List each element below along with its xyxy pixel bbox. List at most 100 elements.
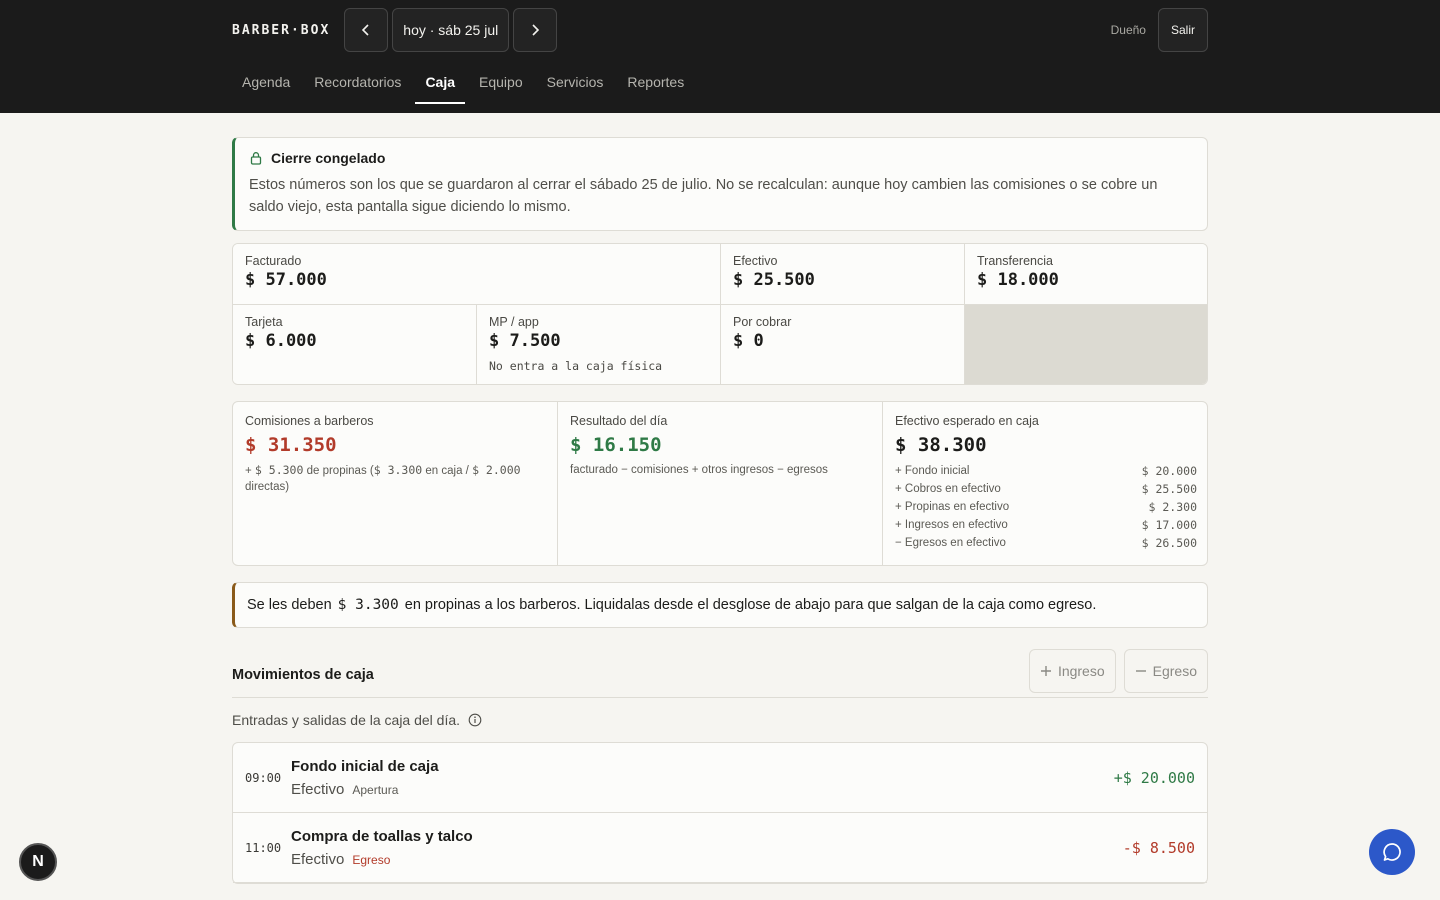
breakdown-row: + Ingresos en efectivo $ 17.000: [895, 516, 1197, 534]
note-prefix: +: [245, 465, 252, 477]
movement-amount: +$ 20.000: [1113, 768, 1195, 787]
breakdown-value: $ 26.500: [1141, 536, 1197, 550]
movements-subtitle: Entradas y salidas de la caja del día.: [232, 712, 461, 728]
top-bar: BARBER·BOX hoy · sáb 25 jul Dueño Salir: [232, 8, 1208, 52]
breakdown-row: + Propinas en efectivo $ 2.300: [895, 498, 1197, 516]
commissions-value: $ 31.350: [245, 434, 337, 456]
tarjeta-label: Tarjeta: [245, 315, 283, 329]
tip-prefix: Se les deben: [247, 597, 332, 613]
egreso-label: Egreso: [1152, 662, 1197, 679]
tab-agenda[interactable]: Agenda: [232, 60, 300, 104]
result-label: Resultado del día: [570, 414, 668, 428]
commissions-label: Comisiones a barberos: [245, 414, 374, 428]
breakdown-value: $ 2.300: [1148, 500, 1197, 514]
prev-day-button[interactable]: [344, 8, 389, 52]
breakdown-label: + Ingresos en efectivo: [895, 519, 1008, 531]
main-tabs: Agenda Recordatorios Caja Equipo Servici…: [232, 60, 698, 104]
expected-label: Efectivo esperado en caja: [895, 414, 1039, 428]
movements-list: 09:00 Fondo inicial de caja Efectivo Ape…: [232, 742, 1208, 884]
chat-bubble-icon: [1383, 843, 1401, 861]
notice-heading: Cierre congelado: [249, 150, 1193, 166]
tip-suffix: en propinas a los barberos. Liquidalas d…: [404, 597, 1097, 613]
dev-tools-button[interactable]: N: [19, 843, 57, 881]
breakdown-label: + Cobros en efectivo: [895, 483, 1001, 495]
total-transferencia: Transferencia $ 18.000: [965, 244, 1207, 305]
breakdown-value: $ 17.000: [1141, 518, 1197, 532]
chat-button[interactable]: [1369, 829, 1415, 875]
note-directas: $ 2.000: [472, 463, 521, 477]
transferencia-label: Transferencia: [977, 254, 1053, 268]
result-note: facturado − comisiones + otros ingresos …: [570, 464, 828, 476]
movement-amount: -$ 8.500: [1122, 838, 1195, 857]
add-egreso-button[interactable]: Egreso: [1123, 648, 1208, 693]
user-role: Dueño: [1110, 23, 1146, 37]
total-tarjeta: Tarjeta $ 6.000: [233, 305, 477, 384]
breakdown-label: + Fondo inicial: [895, 465, 970, 477]
tab-recordatorios[interactable]: Recordatorios: [304, 60, 411, 104]
movements-subtitle-row: Entradas y salidas de la caja del día.: [232, 712, 1208, 728]
tab-caja[interactable]: Caja: [415, 60, 465, 104]
facturado-value: $ 57.000: [245, 270, 327, 290]
date-picker-button[interactable]: hoy · sáb 25 jul: [392, 8, 510, 52]
movement-time: 09:00: [245, 770, 282, 785]
movement-tag: Egreso: [352, 852, 391, 867]
movement-tag: Apertura: [352, 782, 399, 797]
movement-title: Compra de toallas y talco: [291, 827, 473, 845]
movement-row[interactable]: 09:00 Fondo inicial de caja Efectivo Ape…: [233, 743, 1207, 813]
facturado-label: Facturado: [245, 254, 302, 268]
transferencia-value: $ 18.000: [977, 270, 1059, 290]
minus-icon: [1135, 669, 1146, 672]
notice-title: Cierre congelado: [271, 150, 386, 166]
expected-breakdown: + Fondo inicial $ 20.000 + Cobros en efec…: [895, 462, 1197, 552]
total-por-cobrar: Por cobrar $ 0: [721, 305, 965, 384]
chevron-right-icon: [532, 24, 540, 36]
breakdown-row: + Fondo inicial $ 20.000: [895, 462, 1197, 480]
note-tips: $ 5.300: [254, 463, 304, 477]
add-ingreso-button[interactable]: Ingreso: [1028, 648, 1116, 693]
lock-icon: [250, 152, 262, 165]
mp-note: No entra a la caja física: [489, 359, 663, 373]
mp-value: $ 7.500: [489, 331, 561, 351]
tips-owed-notice: Se les deben $ 3.300 en propinas a los b…: [232, 582, 1208, 628]
movement-meta: Efectivo Apertura: [291, 781, 1114, 798]
movements-title: Movimientos de caja: [232, 666, 374, 683]
result-card: Resultado del día $ 16.150 facturado − c…: [558, 402, 883, 565]
movement-row[interactable]: 11:00 Compra de toallas y talco Efectivo…: [233, 813, 1207, 883]
efectivo-value: $ 25.500: [733, 270, 815, 290]
tab-reportes[interactable]: Reportes: [617, 60, 694, 104]
note-caja: $ 3.300: [373, 463, 423, 477]
main-content: Cierre congelado Estos números son los q…: [232, 137, 1208, 884]
app-header: BARBER·BOX hoy · sáb 25 jul Dueño Salir …: [0, 0, 1440, 113]
movements-actions: Ingreso Egreso: [1028, 648, 1208, 693]
user-area: Dueño Salir: [1111, 8, 1208, 52]
breakdown-value: $ 25.500: [1141, 482, 1197, 496]
notice-text: Estos números son los que se guardaron a…: [249, 177, 1158, 215]
movement-desc: Compra de toallas y talco Efectivo Egres…: [291, 828, 1123, 868]
breakdown-value: $ 20.000: [1141, 464, 1197, 478]
tab-servicios[interactable]: Servicios: [537, 60, 614, 104]
expected-cash-card: Efectivo esperado en caja $ 38.300 + Fon…: [883, 402, 1209, 565]
next-logo-icon: N: [32, 853, 44, 870]
note-mid2: en caja /: [425, 465, 469, 477]
breakdown-label: + Propinas en efectivo: [895, 501, 1010, 513]
movement-title: Fondo inicial de caja: [291, 757, 439, 775]
frozen-close-notice: Cierre congelado Estos números son los q…: [232, 137, 1208, 231]
result-value: $ 16.150: [570, 434, 662, 456]
logout-button[interactable]: Salir: [1157, 8, 1208, 52]
movement-desc: Fondo inicial de caja Efectivo Apertura: [291, 758, 1114, 798]
note-end: directas): [245, 481, 290, 493]
commissions-note: + $ 5.300 de propinas ($ 3.300 en caja /…: [245, 462, 545, 495]
expected-value: $ 38.300: [895, 434, 987, 456]
ingreso-label: Ingreso: [1057, 662, 1105, 679]
info-icon[interactable]: [468, 713, 482, 727]
movement-method: Efectivo: [291, 850, 345, 868]
tab-equipo[interactable]: Equipo: [469, 60, 533, 104]
por-cobrar-label: Por cobrar: [733, 315, 792, 329]
note-mid: de propinas (: [306, 465, 374, 477]
next-day-button[interactable]: [513, 8, 558, 52]
breakdown-row: + Cobros en efectivo $ 25.500: [895, 480, 1197, 498]
movement-method: Efectivo: [291, 780, 345, 798]
breakdown-label: − Egresos en efectivo: [895, 537, 1006, 549]
total-efectivo: Efectivo $ 25.500: [721, 244, 965, 305]
movement-time: 11:00: [245, 840, 282, 855]
